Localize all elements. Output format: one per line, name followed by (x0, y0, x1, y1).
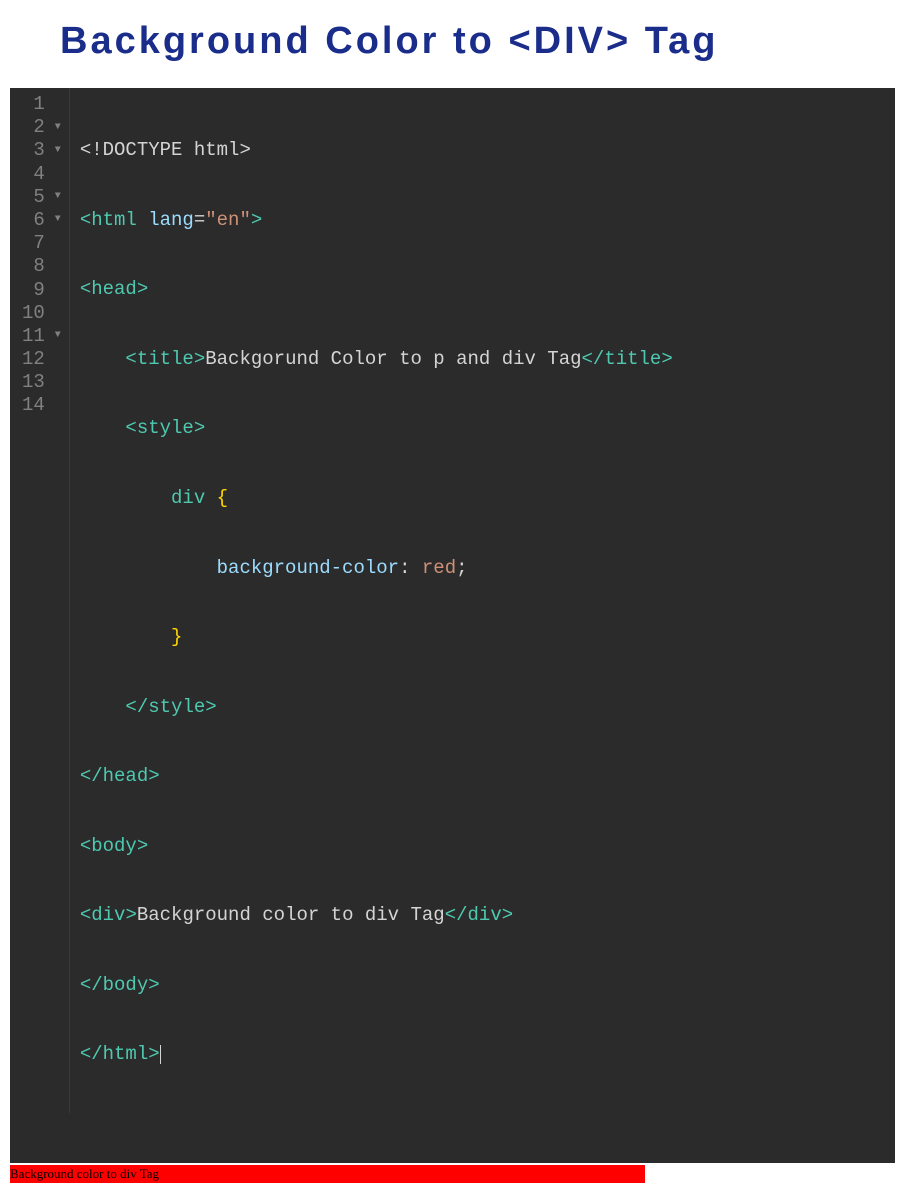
code-line: div { (80, 487, 673, 510)
line-number: 6 (33, 209, 44, 232)
fold-arrow-icon[interactable]: ▼ (51, 145, 61, 157)
code-line: <style> (80, 417, 673, 440)
line-number: 8 (33, 255, 44, 278)
line-number: 1 (33, 93, 44, 116)
code-line: </style> (80, 696, 673, 719)
browser-preview: Background color to div Tag (0, 1165, 905, 1183)
code-line: <div>Background color to div Tag</div> (80, 904, 673, 927)
line-number: 14 (22, 394, 45, 417)
line-gutter: 1 2 ▼ 3 ▼ 4 5 ▼ 6 ▼ 7 8 9 10 11 ▼ 12 13 14 (10, 88, 70, 1113)
fold-arrow-icon[interactable]: ▼ (51, 214, 61, 226)
line-number: 12 (22, 348, 45, 371)
fold-arrow-icon[interactable]: ▼ (51, 330, 61, 342)
code-line: <head> (80, 278, 673, 301)
fold-arrow-icon[interactable]: ▼ (51, 191, 61, 203)
line-number: 4 (33, 163, 44, 186)
line-number: 3 (33, 139, 44, 162)
fold-arrow-icon[interactable]: ▼ (51, 122, 61, 134)
line-number: 5 (33, 186, 44, 209)
code-line: background-color: red; (80, 557, 673, 580)
code-line: </html> (80, 1043, 673, 1066)
preview-div-element: Background color to div Tag (10, 1165, 645, 1183)
cursor (160, 1045, 161, 1064)
code-line: <html lang="en"> (80, 209, 673, 232)
code-line: <!DOCTYPE html> (80, 139, 673, 162)
code-line: } (80, 626, 673, 649)
line-number: 10 (22, 302, 45, 325)
code-line: <title>Backgorund Color to p and div Tag… (80, 348, 673, 371)
code-content[interactable]: <!DOCTYPE html> <html lang="en"> <head> … (70, 88, 673, 1113)
line-number: 7 (33, 232, 44, 255)
line-number: 2 (33, 116, 44, 139)
line-number: 13 (22, 371, 45, 394)
code-line: </body> (80, 974, 673, 997)
line-number: 9 (33, 279, 44, 302)
code-line: </head> (80, 765, 673, 788)
code-line: <body> (80, 835, 673, 858)
code-editor[interactable]: 1 2 ▼ 3 ▼ 4 5 ▼ 6 ▼ 7 8 9 10 11 ▼ 12 13 14 <!… (10, 88, 895, 1163)
line-number: 11 (22, 325, 45, 348)
page-title: Background Color to <DIV> Tag (0, 0, 905, 88)
